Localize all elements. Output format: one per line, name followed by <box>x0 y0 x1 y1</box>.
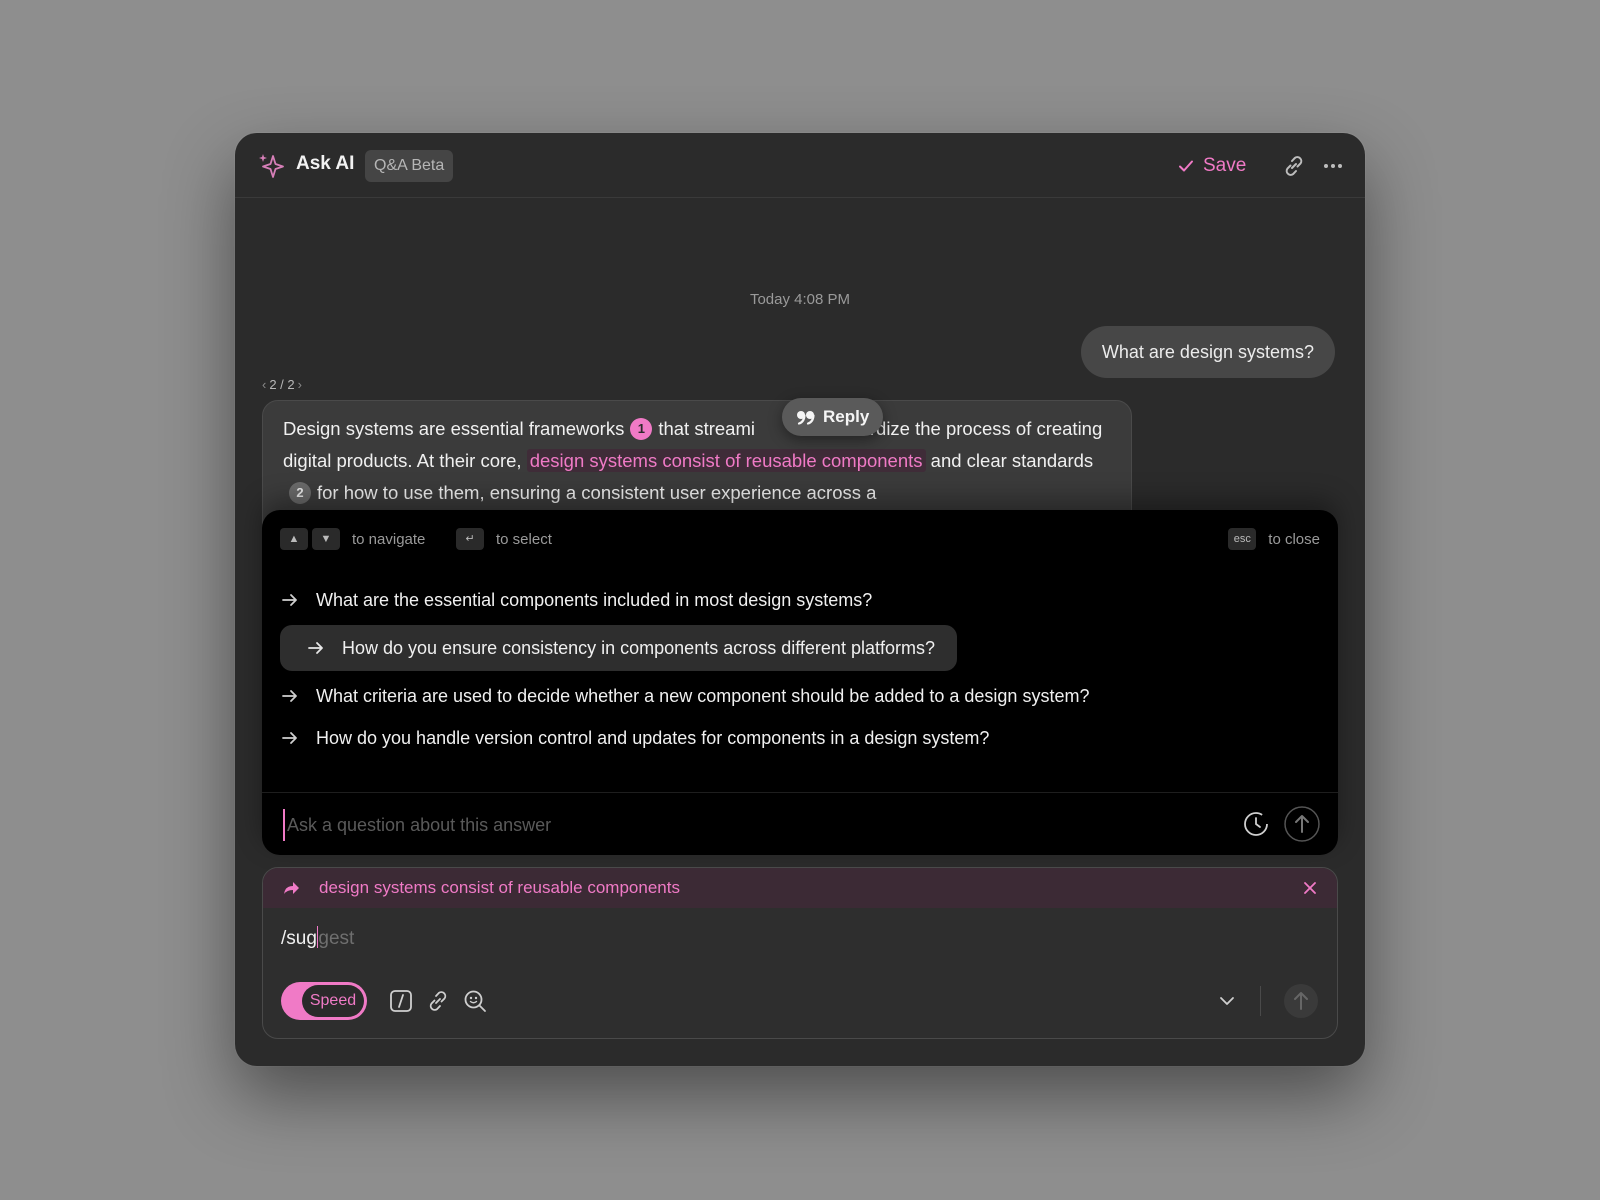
arrow-right-icon <box>282 690 297 702</box>
sparkle-icon <box>259 154 284 178</box>
highlighted-text[interactable]: design systems consist of reusable compo… <box>526 449 926 472</box>
arrow-right-icon <box>282 732 297 744</box>
slash-command-icon[interactable] <box>387 987 415 1015</box>
answer-text: and clear standards <box>930 450 1094 471</box>
suggestion-item[interactable]: What are the essential components includ… <box>280 577 872 623</box>
composer-toolbar: Speed <box>281 982 1319 1020</box>
suggestion-item[interactable]: What criteria are used to decide whether… <box>280 673 1089 719</box>
citation-badge[interactable]: 1 <box>630 418 653 440</box>
hint-close-text: to close <box>1268 530 1320 548</box>
composer-input[interactable]: /suggest <box>281 926 354 950</box>
pager-prev-icon[interactable]: ‹ <box>262 377 266 392</box>
suggestion-text: How do you handle version control and up… <box>316 727 990 748</box>
check-icon <box>1179 160 1193 172</box>
hint-navigate-text: to navigate <box>352 530 426 548</box>
reply-arrow-icon <box>284 882 299 894</box>
speed-label: Speed <box>302 985 364 1017</box>
answer-pager: ‹ 2 / 2 › <box>262 377 302 392</box>
arrow-right-icon <box>308 642 323 654</box>
hint-navigate: ▲ ▼ to navigate <box>280 528 425 550</box>
follow-up-row <box>262 792 1338 855</box>
toolbar-divider <box>1260 986 1261 1016</box>
follow-up-input[interactable] <box>283 809 1189 841</box>
suggestion-text: What criteria are used to decide whether… <box>316 685 1090 706</box>
hint-select: ↵ to select <box>456 528 552 550</box>
send-icon[interactable] <box>1284 806 1320 842</box>
ask-ai-window: Ask AI Q&A Beta Save Today 4:08 PM What … <box>235 133 1365 1066</box>
key-up: ▲ <box>280 528 308 550</box>
keyboard-hints: ▲ ▼ to navigate ↵ to select esc to close <box>280 528 1320 554</box>
answer-text: Design systems are essential frameworks <box>283 418 625 439</box>
link-icon[interactable] <box>1281 153 1307 179</box>
close-icon[interactable] <box>1301 879 1319 897</box>
key-enter: ↵ <box>456 528 484 550</box>
save-label: Save <box>1203 155 1247 176</box>
answer-text: for how to use them, ensuring a consiste… <box>317 482 877 503</box>
suggestion-item-selected[interactable]: How do you ensure consistency in compone… <box>280 625 957 671</box>
chevron-down-icon[interactable] <box>1213 987 1241 1015</box>
history-icon[interactable] <box>1238 806 1274 842</box>
reply-button[interactable]: Reply <box>782 398 884 436</box>
suggestion-item[interactable]: How do you handle version control and up… <box>280 715 989 761</box>
quoted-text: design systems consist of reusable compo… <box>319 878 680 897</box>
key-down: ▼ <box>312 528 340 550</box>
answer-text: that streami <box>658 418 755 439</box>
composer: design systems consist of reusable compo… <box>262 867 1338 1039</box>
suggestions-panel: ▲ ▼ to navigate ↵ to select esc to close… <box>262 510 1338 855</box>
send-icon[interactable] <box>1283 983 1319 1019</box>
quoted-selection: design systems consist of reusable compo… <box>263 868 1337 908</box>
suggestion-text: What are the essential components includ… <box>316 589 873 610</box>
typed-text: /sug <box>281 928 317 949</box>
pager-count: 2 / 2 <box>269 377 295 392</box>
app-title: Ask AI <box>296 153 355 174</box>
speed-toggle[interactable]: Speed <box>281 982 367 1020</box>
hint-select-text: to select <box>496 530 552 548</box>
save-button[interactable]: Save <box>1177 149 1246 183</box>
beta-badge: Q&A Beta <box>365 150 454 182</box>
arrow-right-icon <box>282 594 297 606</box>
link-icon[interactable] <box>424 987 452 1015</box>
autocomplete-ghost: gest <box>318 928 355 949</box>
search-icon[interactable] <box>461 987 489 1015</box>
message-timestamp: Today 4:08 PM <box>749 291 851 308</box>
key-esc: esc <box>1228 528 1257 550</box>
header: Ask AI Q&A Beta Save <box>235 133 1365 198</box>
hint-close: esc to close <box>1228 528 1320 550</box>
pager-next-icon[interactable]: › <box>298 377 302 392</box>
user-message-bubble: What are design systems? <box>1080 326 1335 378</box>
citation-badge[interactable]: 2 <box>289 482 311 504</box>
quote-icon <box>797 411 815 425</box>
reply-label: Reply <box>823 407 870 426</box>
more-icon[interactable] <box>1320 153 1346 179</box>
suggestion-text: How do you ensure consistency in compone… <box>342 637 935 658</box>
